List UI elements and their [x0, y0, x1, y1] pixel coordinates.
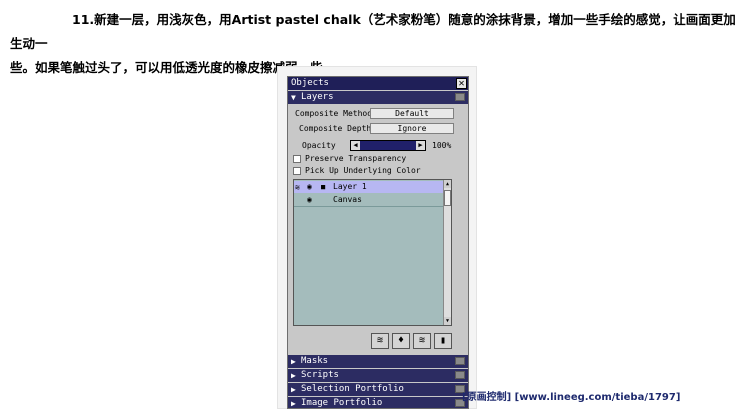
layer-list-scrollbar[interactable]: ▲ ▼ — [443, 180, 451, 325]
masks-section-header[interactable]: ▶ Masks — [288, 355, 468, 368]
layer-row-canvas[interactable]: ◉ Canvas — [294, 194, 444, 207]
layers-section-header[interactable]: ▼ Layers — [288, 91, 468, 104]
expand-triangle-icon: ▶ — [291, 371, 296, 380]
section-menu-icon[interactable] — [455, 357, 465, 365]
pick-up-color-label: Pick Up Underlying Color — [305, 166, 421, 175]
layer-name: Layer 1 — [333, 182, 367, 191]
layer-list: ≋ ◉ ■ Layer 1 ◉ Canvas ▲ ▼ — [293, 179, 452, 326]
layer-adjuster-icon[interactable]: ≋ — [371, 333, 389, 349]
composite-method-label: Composite Method — [295, 109, 373, 118]
new-layer-icon[interactable]: ≋ — [413, 333, 431, 349]
expand-triangle-icon: ▶ — [291, 357, 296, 366]
composite-depth-label: Composite Depth — [299, 124, 372, 133]
section-menu-icon[interactable] — [455, 93, 465, 101]
lock-icon[interactable]: ■ — [321, 181, 325, 193]
collapse-triangle-icon: ▼ — [291, 93, 296, 102]
scroll-up-icon[interactable]: ▲ — [444, 180, 451, 188]
dynamic-plugin-icon[interactable]: ♦ — [392, 333, 410, 349]
opacity-decrease-icon[interactable]: ◀ — [351, 141, 360, 150]
expand-triangle-icon: ▶ — [291, 385, 296, 394]
panel-title: Objects — [291, 78, 329, 88]
preserve-transparency-checkbox[interactable] — [293, 155, 301, 163]
selection-portfolio-section-header[interactable]: ▶ Selection Portfolio — [288, 383, 468, 396]
opacity-label: Opacity — [302, 141, 336, 150]
pick-up-color-checkbox[interactable] — [293, 167, 301, 175]
composite-method-select[interactable]: Default — [370, 108, 454, 119]
section-label: Selection Portfolio — [301, 384, 404, 394]
preserve-transparency-label: Preserve Transparency — [305, 154, 407, 163]
section-label: Masks — [301, 356, 329, 366]
scroll-down-icon[interactable]: ▼ — [444, 317, 451, 325]
opacity-value: 100% — [432, 141, 452, 150]
eye-icon[interactable]: ◉ — [307, 194, 312, 206]
layer-stack-icon: ≋ — [295, 183, 300, 192]
watermark: [原画控制] [www.lineeg.com/tieba/1797] — [462, 392, 681, 403]
scroll-thumb[interactable] — [444, 190, 451, 206]
section-menu-icon[interactable] — [455, 371, 465, 379]
section-label: Scripts — [301, 370, 339, 380]
close-icon[interactable]: ✕ — [456, 78, 467, 89]
objects-titlebar: Objects ✕ — [288, 77, 468, 90]
instruction-line-1: 11.新建一层，用浅灰色，用Artist pastel chalk（艺术家粉笔）… — [10, 12, 736, 51]
layer-row-layer-1[interactable]: ≋ ◉ ■ Layer 1 — [294, 181, 444, 193]
objects-panel: Objects ✕ ▼ Layers Composite Method Defa… — [287, 76, 469, 409]
composite-depth-select[interactable]: Ignore — [370, 123, 454, 134]
opacity-increase-icon[interactable]: ▶ — [416, 141, 425, 150]
trash-icon[interactable]: ▮ — [434, 333, 452, 349]
layers-header-label: Layers — [301, 92, 334, 102]
layer-name: Canvas — [333, 195, 362, 204]
section-label: Image Portfolio — [301, 398, 383, 408]
expand-triangle-icon: ▶ — [291, 399, 296, 408]
eye-icon[interactable]: ◉ — [307, 181, 312, 193]
scripts-section-header[interactable]: ▶ Scripts — [288, 369, 468, 382]
image-portfolio-section-header[interactable]: ▶ Image Portfolio — [288, 397, 468, 408]
opacity-slider[interactable]: ◀ ▶ — [350, 140, 426, 151]
